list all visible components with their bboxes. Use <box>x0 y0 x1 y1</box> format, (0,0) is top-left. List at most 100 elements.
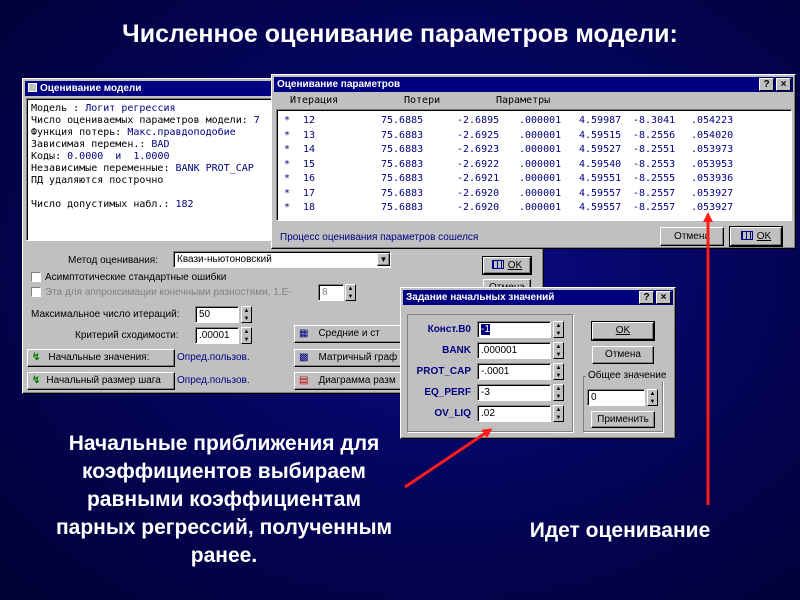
model-info-label: Число допустимых набл.: <box>31 199 170 210</box>
param-cancel-label: Отмена <box>674 231 710 242</box>
init-window-titlebar[interactable]: Задание начальных значений ? × <box>403 290 673 305</box>
initial-value-input[interactable]: .000001 <box>477 342 551 359</box>
common-value-input[interactable]: 0 <box>587 389 645 406</box>
eta-input[interactable]: 8 <box>318 284 344 301</box>
model-info-label: Число оцениваемых параметров модели: <box>31 115 248 126</box>
initial-value-spinner[interactable]: ▲ ▼ <box>553 342 564 359</box>
iteration-row[interactable]: * 18 75.6883 -2.6920 .000001 4.59557 -8.2557 .0… <box>281 202 786 215</box>
iteration-row[interactable]: * 13 75.6883 -2.6925 .000001 4.59515 -8.2556 .0… <box>281 130 786 143</box>
max-iter-spinner[interactable]: ▲ ▼ <box>241 306 252 323</box>
asym-errors-label: Асимптотические стандартные ошибки <box>45 272 227 283</box>
iteration-cell-p5: .053927 <box>691 187 734 199</box>
param-window-titlebar[interactable]: Оценивание параметров ? × <box>274 77 793 92</box>
convergence-input[interactable]: .00001 <box>195 327 239 344</box>
iteration-cell-loss: 75.6885 <box>381 115 424 126</box>
max-iter-value: 50 <box>199 309 211 320</box>
initial-value-spinner[interactable]: ▲ ▼ <box>553 321 564 338</box>
model-info-line: Число оцениваемых параметров модели: 7 <box>31 115 260 127</box>
iteration-row[interactable]: * 17 75.6883 -2.6920 .000001 4.59557 -8.2557 .0… <box>281 188 786 201</box>
window-menu-icon[interactable] <box>28 83 37 92</box>
initial-values-button[interactable]: ↯ Начальные значения: <box>27 349 175 367</box>
iteration-cell-marker: * <box>284 187 291 199</box>
iteration-cell-p5: .053936 <box>691 173 734 184</box>
initial-value-spinner[interactable]: ▲ ▼ <box>553 363 564 380</box>
convergence-spinner[interactable]: ▲ ▼ <box>241 327 252 344</box>
iteration-row[interactable]: * 16 75.6883 -2.6921 .000001 4.59551 -8.2555 .0… <box>281 173 786 186</box>
matrix-plot-button[interactable]: ▩ Матричный граф <box>294 349 404 367</box>
iteration-row[interactable]: * 15 75.6883 -2.6922 .000001 4.59540 -8.2553 .0… <box>281 159 786 172</box>
initial-value-input[interactable]: .02 <box>477 405 551 422</box>
initial-value-label: BANK <box>442 345 471 356</box>
iteration-row[interactable]: * 12 75.6885 -2.6895 .000001 4.59987 -8.3041 .0… <box>281 115 786 128</box>
model-ok-button[interactable]: OK <box>482 256 532 275</box>
asym-errors-checkbox[interactable] <box>31 272 41 282</box>
model-info-label: Коды: <box>31 151 62 162</box>
iteration-cell-p1: -2.6925 <box>457 129 500 141</box>
iteration-cell-loss: 75.6883 <box>381 187 424 199</box>
iteration-cell-p5: .054020 <box>691 129 734 141</box>
apply-button[interactable]: Применить <box>591 411 655 428</box>
max-iter-input[interactable]: 50 <box>195 306 239 323</box>
eta-checkbox[interactable] <box>31 287 41 297</box>
help-icon: ? <box>763 79 770 90</box>
model-info-line: ПД удаляются построчно <box>31 175 163 187</box>
param-ok-label: OK <box>756 231 772 242</box>
iteration-cell-p5: .053973 <box>691 144 734 155</box>
help-button[interactable]: ? <box>759 78 774 91</box>
iteration-cell-p1: -2.6923 <box>457 144 500 155</box>
init-cancel-button[interactable]: Отмена <box>592 346 654 364</box>
iteration-cell-marker: * <box>284 115 291 126</box>
iteration-cell-iter: 17 <box>303 187 316 199</box>
eta-spinner[interactable]: ▲ ▼ <box>345 284 356 301</box>
iteration-cell-loss: 75.6883 <box>381 202 424 213</box>
param-ok-button[interactable]: OK <box>729 226 783 247</box>
iteration-cell-iter: 16 <box>303 173 316 184</box>
method-dropdown-button[interactable]: ▼ <box>377 253 390 266</box>
initial-value-spinner[interactable]: ▲ ▼ <box>553 384 564 401</box>
chart-icon: ▤ <box>299 375 309 386</box>
initial-step-label: Начальный размер шага <box>46 375 161 386</box>
model-info-line: Коды: 0.0000 и 1.0000 <box>31 151 169 163</box>
initial-value-input[interactable]: -1 <box>477 321 551 338</box>
iteration-list[interactable]: * 12 75.6885 -2.6895 .000001 4.59987 -8.3041 .0… <box>276 109 792 221</box>
help-button[interactable]: ? <box>639 291 654 304</box>
iteration-row[interactable]: * 14 75.6883 -2.6923 .000001 4.59527 -8.2551 .0… <box>281 144 786 157</box>
close-button[interactable]: × <box>776 78 791 91</box>
init-ok-button[interactable]: OK <box>591 321 655 341</box>
method-select[interactable]: Квази-ньютоновский <box>173 251 391 268</box>
common-value-spinner[interactable]: ▲ ▼ <box>647 389 658 406</box>
scatter-diagram-button[interactable]: ▤ Диаграмма разм <box>294 372 404 390</box>
iteration-cell-p3: 4.59515 <box>579 129 622 141</box>
initial-value-spinner[interactable]: ▲ ▼ <box>553 405 564 422</box>
caption-right: Идет оценивание <box>529 519 711 542</box>
means-button[interactable]: ▦ Средние и ст <box>294 325 404 343</box>
iteration-cell-p1: -2.6921 <box>457 173 500 184</box>
iteration-cell-loss: 75.6883 <box>381 158 424 170</box>
close-icon: × <box>780 79 787 90</box>
convergence-value: .00001 <box>199 330 230 341</box>
initial-value-input[interactable]: -.0001 <box>477 363 551 380</box>
param-cancel-button[interactable]: Отмена <box>660 227 724 246</box>
iteration-cell-p3: 4.59557 <box>579 187 622 199</box>
iteration-cell-p1: -2.6895 <box>457 115 500 126</box>
model-info-label: Модель : <box>31 103 80 114</box>
wand-icon: ↯ <box>32 352 41 363</box>
iteration-cell-iter: 14 <box>303 144 316 155</box>
method-label: Метод оценивания: <box>68 255 159 266</box>
iteration-cell-iter: 12 <box>303 115 316 126</box>
model-info-value: Логит регрессия <box>79 103 176 114</box>
iteration-cell-p3: 4.59987 <box>579 115 622 126</box>
model-info-line: Функция потерь: Макс.правдоподобие <box>31 127 236 139</box>
model-info-line: Зависимая перемен.: BAD <box>31 139 169 151</box>
initial-value-input[interactable]: -3 <box>477 384 551 401</box>
iteration-cell-p4: -8.2553 <box>633 158 676 170</box>
close-button[interactable]: × <box>656 291 671 304</box>
initial-step-button[interactable]: ↯ Начальный размер шага <box>27 372 175 390</box>
initial-value-label: EQ_PERF <box>424 387 471 398</box>
step-icon: ↯ <box>32 375 41 386</box>
iteration-cell-p2: .000001 <box>519 144 562 155</box>
iteration-cell-iter: 18 <box>303 202 316 213</box>
initial-value: -.0001 <box>481 366 510 377</box>
convergence-label: Критерий сходимости: <box>75 330 179 341</box>
parameter-estimation-window: Оценивание параметров ? × Итерация Потер… <box>271 74 796 249</box>
